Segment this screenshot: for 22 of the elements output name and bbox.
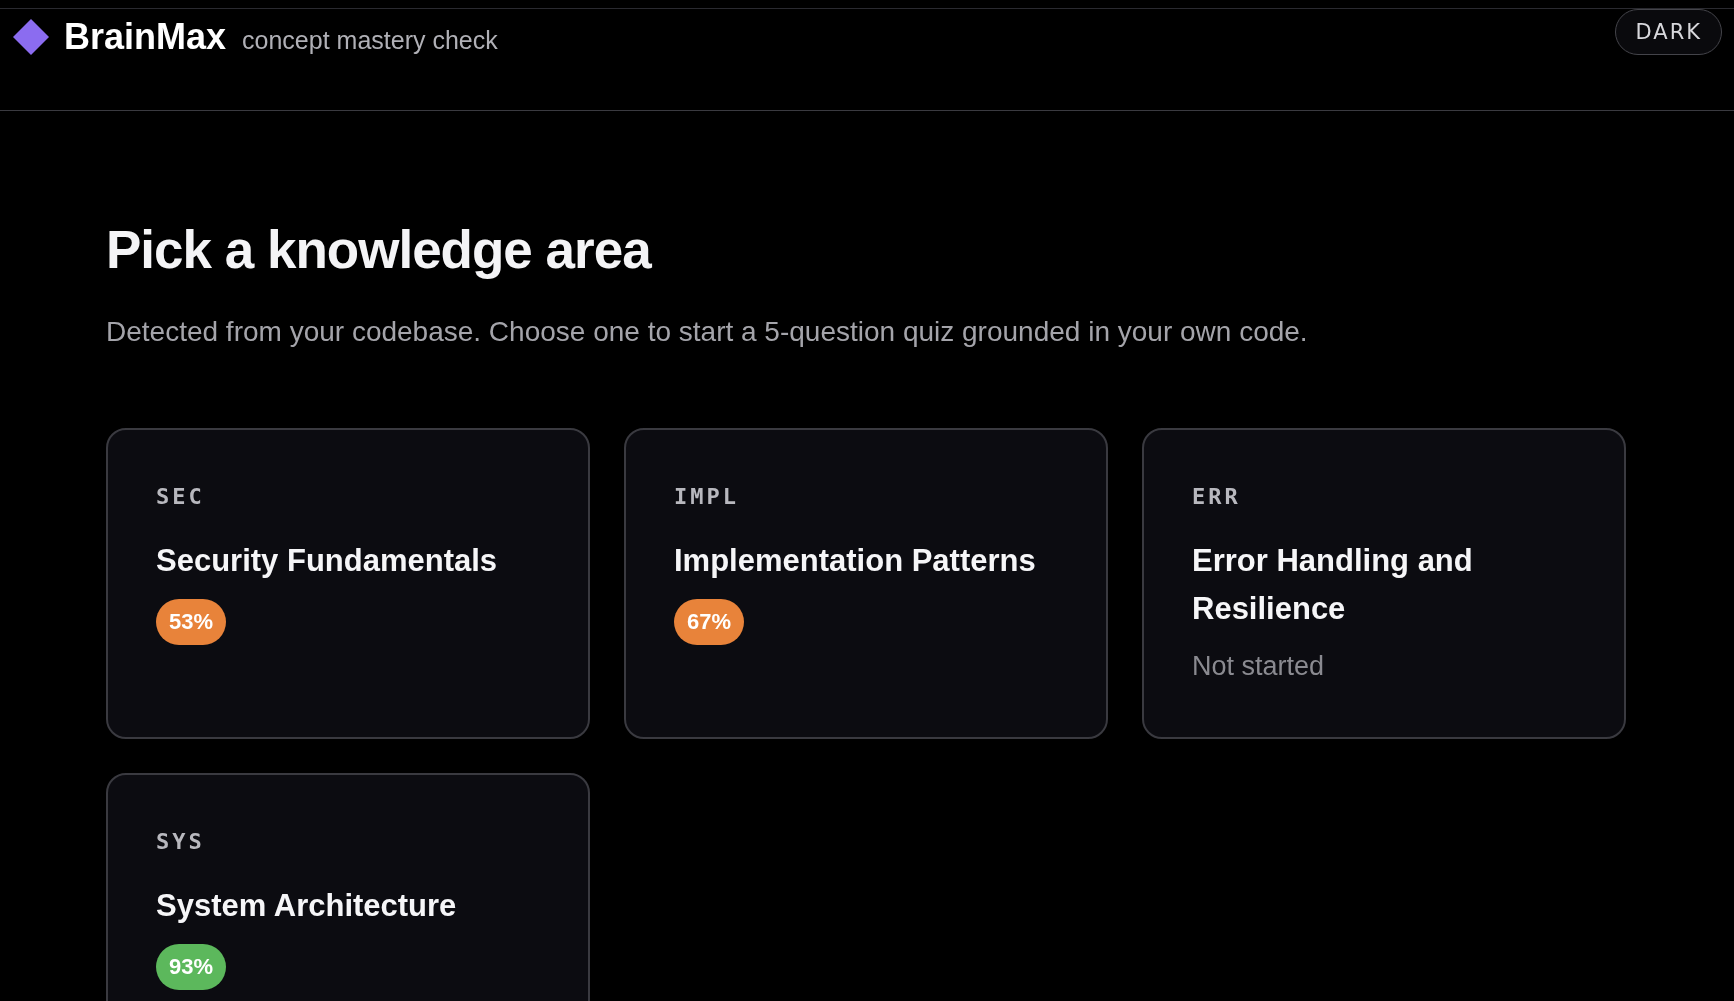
area-title: Security Fundamentals <box>156 542 499 580</box>
intro-text: Detected from your codebase. Choose one to start a 5-question quiz grounded in your own code. <box>106 316 1309 348</box>
knowledge-area-card[interactable]: ERR Error Handling and Resilience Not started <box>1142 428 1626 739</box>
area-title: System Architecture <box>156 887 458 925</box>
area-code: ERR <box>1192 484 1242 509</box>
area-code: IMPL <box>674 484 740 509</box>
area-title: Error Handling and Resilience <box>1192 542 1474 628</box>
knowledge-area-card[interactable]: SEC Security Fundamentals 53% <box>106 428 590 739</box>
knowledge-area-card[interactable]: SYS System Architecture 93% <box>106 773 590 1001</box>
tagline: concept mastery check <box>242 25 498 55</box>
page-heading: Pick a knowledge area <box>106 219 653 280</box>
score-badge: 53% <box>156 599 227 645</box>
score-badge: 93% <box>156 944 227 990</box>
area-title: Implementation Patterns <box>674 542 1037 580</box>
score-badge: 67% <box>674 599 745 645</box>
diamond-logo-icon <box>12 18 50 56</box>
knowledge-area-card[interactable]: IMPL Implementation Patterns 67% <box>624 428 1108 739</box>
area-code: SYS <box>156 829 206 854</box>
theme-toggle-button[interactable]: DARK <box>1615 9 1722 55</box>
brand-name: BrainMax <box>64 16 227 58</box>
area-code: SEC <box>156 484 206 509</box>
status-text: Not started <box>1192 651 1325 682</box>
